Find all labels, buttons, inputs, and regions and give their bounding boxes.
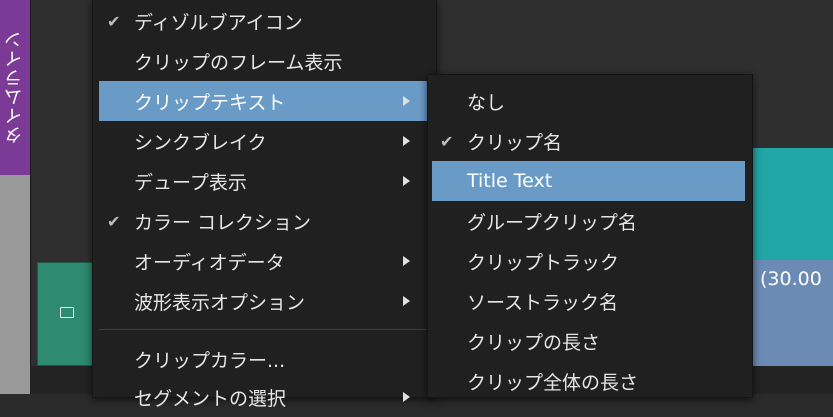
menu-item-label: ソーストラック名: [467, 291, 619, 314]
menu-item-label: 波形表示オプション: [134, 291, 306, 314]
menu-item-label: セグメントの選択: [134, 387, 287, 410]
submenu-arrow-icon: [403, 296, 410, 306]
submenu-item-none[interactable]: なし: [432, 81, 745, 121]
menu-item-label: クリップ全体の長さ: [467, 371, 639, 394]
menu-item-label: Title Text: [467, 170, 553, 192]
menu-separator: [99, 329, 430, 330]
submenu-item-full-clip-duration[interactable]: クリップ全体の長さ: [432, 361, 745, 401]
menu-item-label: ディゾルブアイコン: [134, 11, 303, 34]
menu-item-label: カラー コレクション: [134, 211, 312, 234]
menu-item-label: クリップの長さ: [467, 331, 601, 354]
timeline-clip-video[interactable]: [752, 148, 833, 260]
submenu-item-source-track-name[interactable]: ソーストラック名: [432, 281, 745, 321]
submenu-arrow-icon: [403, 136, 410, 146]
menu-item-label: オーディオデータ: [134, 251, 285, 274]
menu-item-sync-break[interactable]: シンクブレイク: [99, 121, 430, 161]
clip-text-submenu: なし ✔ クリップ名 Title Text グループクリップ名 クリップトラック…: [427, 74, 753, 398]
menu-item-label: デュープ表示: [134, 171, 247, 194]
submenu-arrow-icon: [403, 256, 410, 266]
submenu-item-group-clip-name[interactable]: グループクリップ名: [432, 201, 745, 241]
menu-item-label: クリップ名: [467, 131, 563, 154]
menu-item-audio-data[interactable]: オーディオデータ: [99, 241, 430, 281]
menu-item-label: なし: [467, 91, 506, 114]
clip-thumbnail-icon: [60, 307, 74, 318]
menu-item-dissolve-icon[interactable]: ✔ ディゾルブアイコン: [99, 1, 430, 41]
menu-item-label: クリップのフレーム表示: [134, 51, 343, 74]
submenu-item-clip-duration[interactable]: クリップの長さ: [432, 321, 745, 361]
menu-item-segment-select[interactable]: セグメントの選択: [99, 377, 430, 417]
submenu-item-title-text[interactable]: Title Text: [432, 161, 745, 201]
left-panel-lower: [0, 175, 30, 394]
submenu-item-clip-name[interactable]: ✔ クリップ名: [432, 121, 745, 161]
menu-item-clip-text[interactable]: クリップテキスト: [99, 81, 430, 121]
checkmark-icon: ✔: [107, 212, 121, 231]
menu-item-color-correction[interactable]: ✔ カラー コレクション: [99, 201, 430, 241]
submenu-item-clip-track[interactable]: クリップトラック: [432, 241, 745, 281]
checkmark-icon: ✔: [440, 132, 454, 151]
menu-item-label: クリップテキスト: [134, 91, 286, 114]
clip-duration-text: (30.00: [760, 268, 822, 290]
menu-item-clip-color[interactable]: クリップカラー...: [99, 339, 430, 379]
menu-item-label: クリップカラー...: [134, 349, 286, 372]
submenu-arrow-icon: [403, 176, 410, 186]
menu-item-dupe-display[interactable]: デュープ表示: [99, 161, 430, 201]
menu-item-label: グループクリップ名: [467, 211, 637, 234]
submenu-arrow-icon: [403, 96, 410, 106]
checkmark-icon: ✔: [107, 12, 121, 31]
timeline-tab-label: タイムライン: [4, 30, 25, 145]
menu-item-label: クリップトラック: [467, 251, 620, 274]
context-menu: ✔ ディゾルブアイコン クリップのフレーム表示 クリップテキスト シンクブレイク…: [92, 0, 437, 410]
menu-item-clip-frame-display[interactable]: クリップのフレーム表示: [99, 41, 430, 81]
menu-item-waveform-options[interactable]: 波形表示オプション: [99, 281, 430, 321]
menu-item-label: シンクブレイク: [134, 131, 267, 154]
